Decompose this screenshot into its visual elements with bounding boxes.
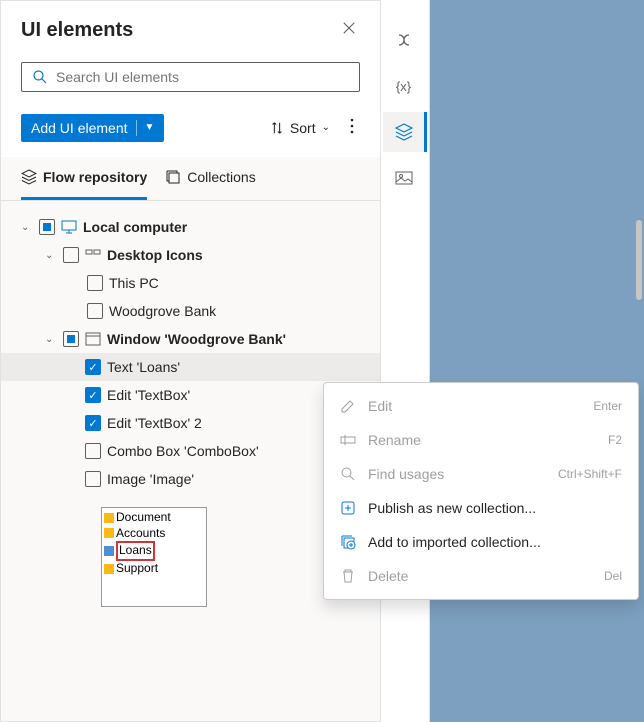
layers-icon (395, 123, 413, 141)
panel-header: UI elements (1, 1, 380, 52)
search-input[interactable] (56, 69, 349, 85)
image-icon (395, 169, 413, 187)
sort-button[interactable]: Sort ⌄ (264, 114, 336, 142)
tabs: Flow repository Collections (1, 157, 380, 201)
search-box[interactable] (21, 62, 360, 92)
strip-images[interactable] (383, 158, 427, 198)
ui-elements-panel: UI elements Add UI element ▼ Sort ⌄ Flow… (0, 0, 381, 722)
tree-item-woodgrove-bank[interactable]: Woodgrove Bank (1, 297, 380, 325)
checkbox[interactable] (63, 247, 79, 263)
search-icon (340, 466, 356, 482)
checkbox[interactable] (85, 471, 101, 487)
add-collection-icon (340, 534, 356, 550)
element-preview: Document Accounts Loans Support (101, 507, 207, 607)
close-icon (342, 21, 356, 35)
tab-flow-repository[interactable]: Flow repository (21, 157, 147, 200)
checkbox-checked[interactable]: ✓ (85, 387, 101, 403)
sort-icon (270, 121, 284, 135)
panel-title: UI elements (21, 19, 133, 42)
context-menu: Edit Enter Rename F2 Find usages Ctrl+Sh… (323, 382, 639, 600)
checkbox-partial[interactable] (63, 331, 79, 347)
rename-icon (340, 432, 356, 448)
ctx-add-imported-collection[interactable]: Add to imported collection... (324, 525, 638, 559)
toolbar: Add UI element ▼ Sort ⌄ (1, 102, 380, 157)
strip-variables[interactable]: {x} (383, 66, 427, 106)
scrollbar[interactable] (636, 220, 642, 300)
strip-copilot[interactable] (383, 20, 427, 60)
braces-icon: {x} (396, 79, 411, 94)
tree-item-text-loans[interactable]: ✓ Text 'Loans' (1, 353, 380, 381)
ctx-rename[interactable]: Rename F2 (324, 423, 638, 457)
trash-icon (340, 568, 356, 584)
tree-item-desktop-icons[interactable]: ⌄ Desktop Icons (1, 241, 380, 269)
checkbox[interactable] (87, 303, 103, 319)
tab-collections[interactable]: Collections (165, 157, 255, 200)
copilot-icon (395, 31, 413, 49)
tree-item-window-woodgrove[interactable]: ⌄ Window 'Woodgrove Bank' (1, 325, 380, 353)
edit-icon (340, 398, 356, 414)
search-icon (32, 69, 48, 85)
tree-item-local-computer[interactable]: ⌄ Local computer (1, 213, 380, 241)
more-vertical-icon (350, 118, 354, 134)
close-button[interactable] (338, 17, 360, 44)
layers-icon (21, 169, 37, 185)
ctx-delete[interactable]: Delete Del (324, 559, 638, 593)
checkbox[interactable] (85, 443, 101, 459)
window-icon (85, 331, 101, 347)
background-area (430, 0, 644, 722)
chevron-down-icon[interactable]: ⌄ (21, 222, 33, 233)
chevron-down-icon: ⌄ (322, 122, 330, 133)
checkbox[interactable] (87, 275, 103, 291)
desktop-icon (85, 247, 101, 263)
add-ui-element-button[interactable]: Add UI element ▼ (21, 114, 164, 142)
checkbox-partial[interactable] (39, 219, 55, 235)
tree-item-this-pc[interactable]: This PC (1, 269, 380, 297)
ctx-publish-collection[interactable]: Publish as new collection... (324, 491, 638, 525)
strip-ui-elements[interactable] (383, 112, 427, 152)
ctx-edit[interactable]: Edit Enter (324, 389, 638, 423)
plus-box-icon (340, 500, 356, 516)
checkbox-checked[interactable]: ✓ (85, 415, 101, 431)
right-strip: {x} (381, 0, 430, 722)
chevron-down-icon: ▼ (145, 122, 155, 133)
more-button[interactable] (344, 112, 360, 143)
computer-icon (61, 219, 77, 235)
checkbox-checked[interactable]: ✓ (85, 359, 101, 375)
add-button-label: Add UI element (31, 120, 128, 136)
collections-icon (165, 169, 181, 185)
chevron-down-icon[interactable]: ⌄ (45, 250, 57, 261)
chevron-down-icon[interactable]: ⌄ (45, 334, 57, 345)
ctx-find-usages[interactable]: Find usages Ctrl+Shift+F (324, 457, 638, 491)
